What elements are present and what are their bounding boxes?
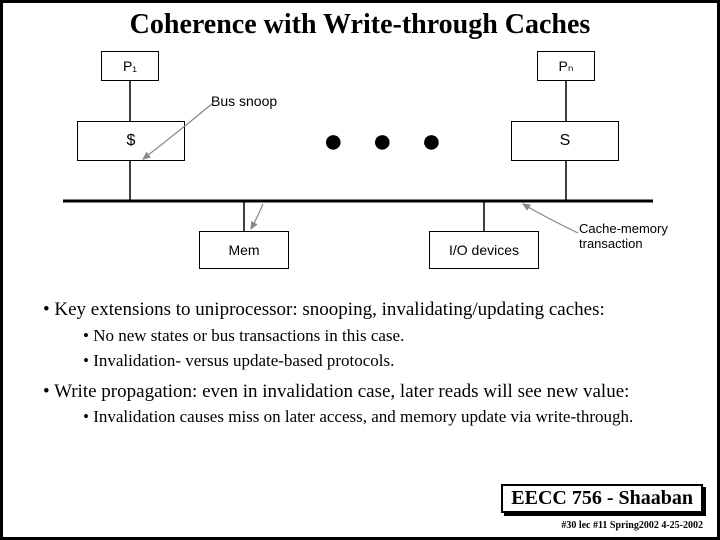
bullet-2: Write propagation: even in invalidation …	[43, 379, 687, 405]
cache-n: S	[511, 121, 619, 161]
bullet-1b: Invalidation- versus update-based protoc…	[83, 350, 687, 373]
processor-pn: Pₙ	[537, 51, 595, 81]
bullet-1: Key extensions to uniprocessor: snooping…	[43, 297, 687, 323]
bus-snoop-label: Bus snoop	[211, 93, 277, 109]
cache-memory-transaction-label: Cache-memory transaction	[579, 221, 668, 251]
io-devices-box: I/O devices	[429, 231, 539, 269]
cache-1: $	[77, 121, 185, 161]
processor-p1: P₁	[101, 51, 159, 81]
footer-meta: #30 lec #11 Spring2002 4-25-2002	[561, 520, 703, 531]
cache-mem-txn-line2: transaction	[579, 236, 643, 251]
bullet-list: Key extensions to uniprocessor: snooping…	[3, 297, 717, 429]
cache-mem-txn-line1: Cache-memory	[579, 221, 668, 236]
bullet-2a: Invalidation causes miss on later access…	[83, 406, 687, 429]
footer-course-box: EECC 756 - Shaaban	[501, 484, 703, 513]
architecture-diagram: P₁ Pₙ $ S ● ● ● Mem I/O devices Bus snoo…	[3, 41, 717, 291]
ellipsis-dots: ● ● ●	[323, 123, 452, 161]
memory-box: Mem	[199, 231, 289, 269]
bullet-1a: No new states or bus transactions in thi…	[83, 325, 687, 348]
slide: Coherence with Write-through Caches P₁ P…	[0, 0, 720, 540]
slide-title: Coherence with Write-through Caches	[3, 9, 717, 41]
